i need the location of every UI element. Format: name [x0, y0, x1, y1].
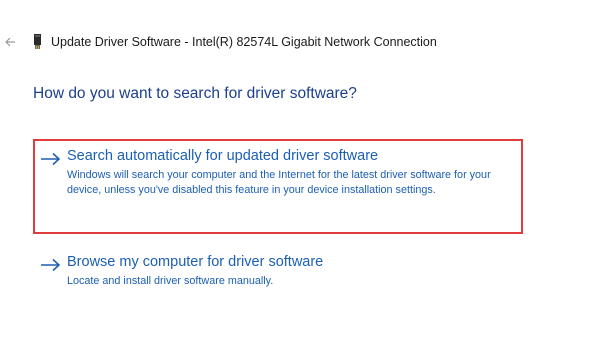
browse-computer-description: Locate and install driver software manua… [67, 275, 274, 287]
browse-computer-option[interactable]: Browse my computer for driver software L… [33, 252, 523, 294]
search-automatically-description: Windows will search your computer and th… [67, 169, 491, 196]
update-driver-dialog: Update Driver Software - Intel(R) 82574L… [0, 0, 600, 337]
title-bar: Update Driver Software - Intel(R) 82574L… [33, 32, 437, 52]
window-title: Update Driver Software - Intel(R) 82574L… [51, 35, 437, 49]
right-arrow-icon [40, 152, 62, 166]
right-arrow-icon [40, 258, 62, 272]
back-arrow-icon[interactable] [2, 33, 18, 51]
browse-computer-title[interactable]: Browse my computer for driver software [67, 254, 323, 270]
page-heading: How do you want to search for driver sof… [33, 85, 357, 102]
network-adapter-icon [33, 34, 42, 50]
search-automatically-option[interactable]: Search automatically for updated driver … [33, 139, 523, 234]
search-automatically-title[interactable]: Search automatically for updated driver … [67, 148, 378, 164]
